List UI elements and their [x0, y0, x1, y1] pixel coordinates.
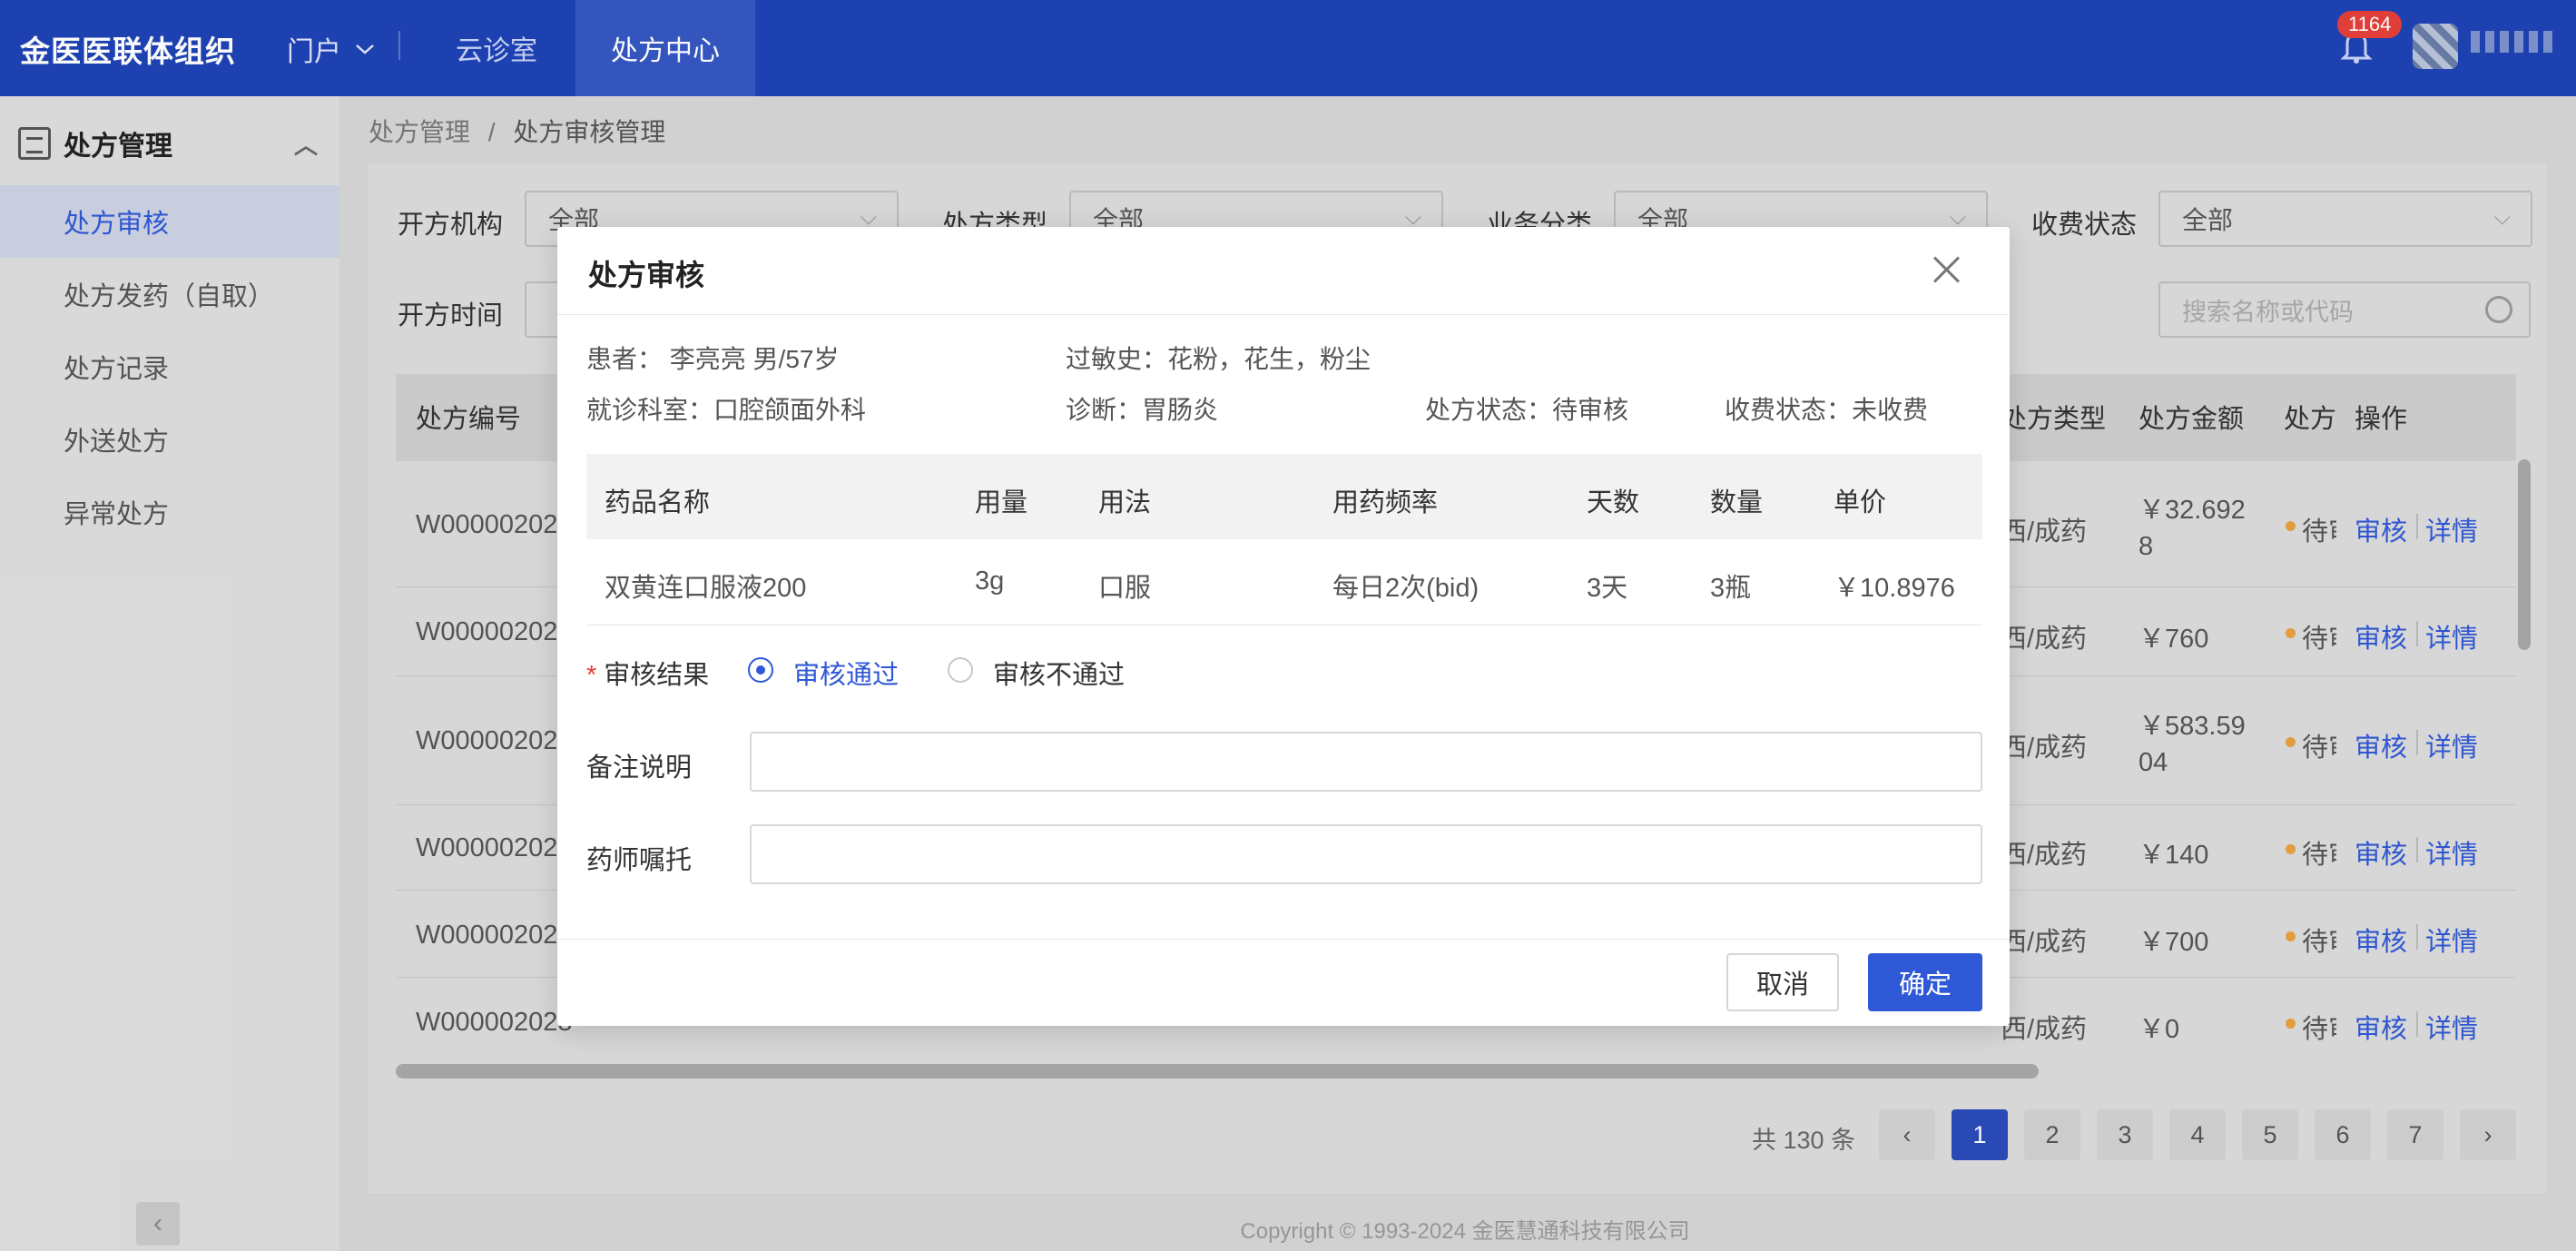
drug-days: 3天 [1587, 574, 1628, 603]
dialog-title: 处方审核 [588, 259, 705, 291]
dept-info: 就诊科室：口腔颌面外科 [586, 396, 867, 424]
diagnosis-info: 诊断：胃肠炎 [1066, 396, 1219, 424]
drug-col-days: 天数 [1587, 488, 1640, 517]
drug-dose: 3g [975, 566, 1005, 596]
drug-name: 双黄连口服液200 [605, 574, 807, 603]
confirm-button[interactable]: 确定 [1868, 953, 1982, 1011]
advice-label: 药师嘱托 [586, 846, 693, 875]
drug-frequency: 每日2次(bid) [1332, 574, 1480, 603]
remark-input[interactable] [750, 732, 1982, 792]
result-label-text: 审核结果 [604, 661, 710, 690]
drug-usage: 口服 [1098, 574, 1152, 603]
drug-col-dose: 用量 [975, 488, 1028, 517]
drug-col-price: 单价 [1834, 488, 1887, 517]
radio-pass[interactable] [748, 657, 773, 683]
remark-label: 备注说明 [586, 754, 693, 783]
drug-row-divider [586, 625, 1982, 626]
drug-col-name: 药品名称 [605, 488, 711, 517]
radio-pass-label[interactable]: 审核通过 [793, 654, 899, 692]
required-mark: * [586, 661, 597, 690]
rx-status-info: 处方状态：待审核 [1425, 396, 1629, 424]
cancel-button[interactable]: 取消 [1726, 953, 1839, 1011]
drug-col-usage: 用法 [1098, 488, 1152, 517]
review-dialog: 处方审核 患者： 李亮亮 男/57岁 过敏史：花粉，花生，粉尘 就诊科室：口腔颌… [557, 227, 2010, 1026]
patient-info: 患者： 李亮亮 男/57岁 [586, 345, 840, 373]
dialog-header-divider [557, 314, 2010, 315]
drug-col-frequency: 用药频率 [1332, 488, 1439, 517]
radio-fail[interactable] [948, 657, 973, 683]
result-label: * 审核结果 [586, 654, 709, 692]
advice-input[interactable] [750, 824, 1982, 884]
drug-qty: 3瓶 [1710, 574, 1752, 603]
close-icon[interactable] [1930, 252, 1962, 285]
drug-price: ￥10.8976 [1834, 574, 1955, 603]
drug-col-qty: 数量 [1710, 488, 1764, 517]
dialog-footer-divider [557, 939, 2010, 940]
fee-status-info: 收费状态：未收费 [1725, 396, 1929, 424]
drug-table-header [586, 454, 1982, 539]
radio-fail-label[interactable]: 审核不通过 [993, 654, 1125, 692]
allergy-info: 过敏史：花粉，花生，粉尘 [1066, 345, 1372, 373]
